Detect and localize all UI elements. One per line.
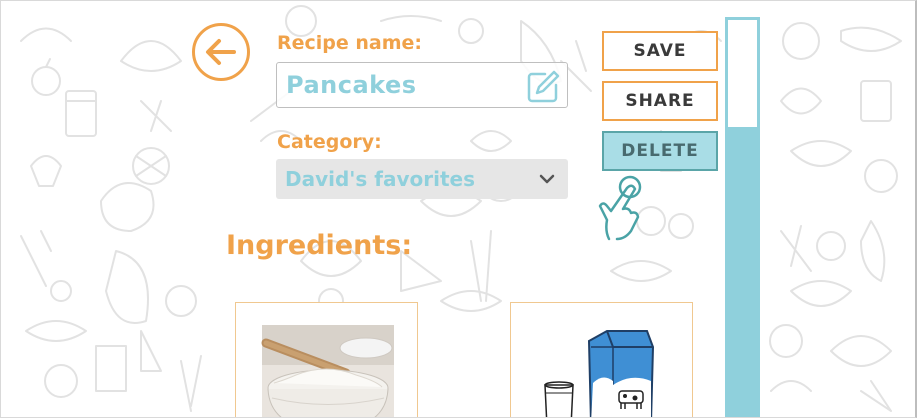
share-button[interactable]: SHARE [602, 81, 718, 121]
scrollbar-thumb[interactable] [725, 17, 760, 130]
recipe-editor-screen: Recipe name: Pancakes Category: David's … [0, 0, 917, 418]
recipe-name-value: Pancakes [286, 71, 417, 99]
back-button[interactable] [192, 23, 250, 81]
ingredient-card-flour[interactable] [235, 302, 418, 417]
tap-hand-icon [598, 175, 642, 241]
category-selected-value: David's favorites [285, 167, 476, 191]
arrow-left-icon [206, 39, 236, 65]
chevron-down-icon [539, 174, 555, 184]
category-dropdown[interactable]: David's favorites [276, 159, 568, 199]
milk-carton-image [544, 330, 655, 417]
delete-button[interactable]: DELETE [602, 131, 718, 171]
ingredients-heading: Ingredients: [226, 230, 413, 261]
save-button[interactable]: SAVE [602, 31, 718, 71]
category-label: Category: [277, 131, 382, 153]
flour-bowl-image [261, 325, 394, 417]
recipe-name-label: Recipe name: [277, 32, 423, 54]
pencil-edit-icon[interactable] [525, 68, 561, 104]
ingredient-card-milk[interactable] [510, 302, 693, 417]
recipe-name-input[interactable]: Pancakes [276, 62, 568, 108]
